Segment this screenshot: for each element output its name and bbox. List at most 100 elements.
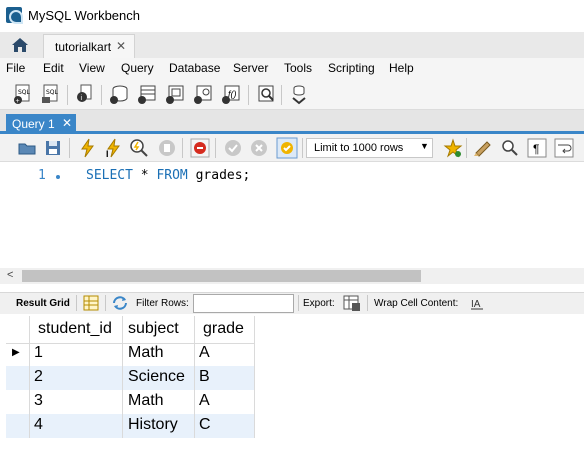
svg-text:SQL: SQL	[46, 89, 59, 96]
menu-server[interactable]: Server	[233, 61, 268, 75]
menu-tools[interactable]: Tools	[284, 61, 312, 75]
editor-horizontal-scrollbar[interactable]: <	[0, 268, 584, 284]
table-row[interactable]: 4 History C	[6, 414, 254, 438]
close-query-tab-icon[interactable]: ✕	[62, 116, 72, 130]
toggle-continue-on-error-button[interactable]	[189, 137, 211, 159]
scroll-left-icon[interactable]: <	[7, 269, 13, 281]
cell-grade[interactable]: C	[199, 416, 211, 434]
new-sql-tab-button[interactable]: SQL +	[12, 83, 34, 105]
view-add-icon	[166, 85, 184, 104]
limit-rows-select[interactable]: Limit to 1000 rows ▼	[306, 138, 433, 158]
cell-grade[interactable]: A	[199, 392, 210, 410]
home-button[interactable]	[6, 35, 34, 55]
sql-text: grades;	[187, 168, 251, 183]
cell-student-id[interactable]: 4	[34, 416, 43, 434]
toolbar-separator	[67, 85, 68, 105]
table-row[interactable]: 3 Math A	[6, 390, 254, 414]
column-header-subject[interactable]: subject	[128, 320, 179, 338]
toolbar-separator	[182, 138, 183, 158]
export-button[interactable]	[342, 294, 362, 312]
database-add-icon	[110, 85, 128, 104]
lightning-icon	[81, 138, 94, 158]
cell-student-id[interactable]: 3	[34, 392, 43, 410]
beautify-button[interactable]	[472, 137, 494, 159]
grid-icon	[83, 295, 99, 311]
reconnect-icon	[292, 85, 306, 105]
cell-subject[interactable]: History	[128, 416, 178, 434]
cell-subject[interactable]: Math	[128, 344, 164, 362]
grid-divider	[122, 316, 123, 438]
sql-keyword: FROM	[156, 168, 188, 183]
create-view-button[interactable]	[164, 83, 186, 105]
sql-code-line: SELECT * FROM grades;	[86, 168, 250, 183]
broom-icon	[474, 141, 491, 157]
toggle-invisible-chars-button[interactable]: ¶	[526, 137, 548, 159]
svg-text:¶: ¶	[533, 142, 539, 156]
cell-subject[interactable]: Science	[128, 368, 185, 386]
cell-student-id[interactable]: 2	[34, 368, 43, 386]
close-tab-icon[interactable]: ✕	[116, 39, 126, 53]
menu-edit[interactable]: Edit	[43, 61, 64, 75]
menu-bar: File Edit View Query Database Server Too…	[0, 58, 584, 80]
column-header-grade[interactable]: grade	[203, 320, 244, 338]
cell-student-id[interactable]: 1	[34, 344, 43, 362]
save-icon	[46, 141, 60, 155]
create-table-button[interactable]	[136, 83, 158, 105]
menu-file[interactable]: File	[6, 61, 25, 75]
table-row[interactable]: 2 Science B	[6, 366, 254, 390]
cell-subject[interactable]: Math	[128, 392, 164, 410]
find-replace-button[interactable]	[499, 137, 521, 159]
tab-query-1[interactable]: Query 1 ✕	[6, 114, 76, 134]
cell-grade[interactable]: A	[199, 344, 210, 362]
column-header-student-id[interactable]: student_id	[38, 320, 112, 338]
svg-text:I: I	[106, 149, 109, 159]
add-snippet-button[interactable]	[442, 137, 464, 159]
function-add-icon: f()	[222, 85, 240, 104]
commit-check-icon	[225, 140, 241, 156]
inspector-button[interactable]: i	[74, 83, 96, 105]
menu-view[interactable]: View	[79, 61, 105, 75]
new-sql-file-icon: SQL +	[14, 84, 31, 105]
tab-tutorialkart[interactable]: tutorialkart ✕	[43, 34, 135, 58]
wrap-cell-content-button[interactable]: IA	[470, 296, 484, 310]
execute-current-button[interactable]: I	[102, 137, 124, 159]
reconnect-button[interactable]	[288, 83, 310, 105]
menu-query[interactable]: Query	[121, 61, 154, 75]
query-tab-label: Query 1	[12, 117, 55, 131]
grid-divider	[194, 316, 195, 438]
toggle-autocommit-button[interactable]	[276, 137, 298, 159]
search-table-data-button[interactable]	[255, 83, 277, 105]
save-button[interactable]	[42, 137, 64, 159]
filter-rows-input[interactable]	[193, 294, 294, 313]
refresh-button[interactable]	[111, 295, 129, 311]
cell-grade[interactable]: B	[199, 368, 210, 386]
search-icon	[502, 140, 518, 156]
grid-divider	[254, 316, 255, 438]
open-sql-file-icon: SQL	[42, 84, 59, 103]
open-file-button[interactable]	[16, 137, 38, 159]
toggle-wrap-button[interactable]	[553, 137, 575, 159]
result-grid-label[interactable]: Result Grid	[16, 298, 70, 309]
create-schema-button[interactable]	[108, 83, 130, 105]
sql-editor[interactable]: 1 SELECT * FROM grades;	[0, 162, 584, 266]
grid-view-button[interactable]	[83, 295, 99, 311]
rollback-button[interactable]	[248, 137, 270, 159]
wrap-text-icon: IA	[471, 299, 483, 310]
create-function-button[interactable]: f()	[220, 83, 242, 105]
commit-button[interactable]	[222, 137, 244, 159]
toolbar-separator	[105, 295, 106, 311]
stop-button[interactable]	[156, 137, 178, 159]
menu-database[interactable]: Database	[169, 61, 220, 75]
menu-help[interactable]: Help	[389, 61, 414, 75]
table-row[interactable]: ▶ 1 Math A	[6, 342, 254, 366]
wrap-cell-content-label: Wrap Cell Content:	[374, 298, 459, 309]
query-tab-bar: Query 1 ✕	[0, 110, 584, 134]
explain-button[interactable]	[128, 137, 150, 159]
table-add-icon	[138, 85, 156, 104]
toolbar-separator	[302, 138, 303, 158]
scrollbar-thumb[interactable]	[22, 270, 421, 282]
create-procedure-button[interactable]	[192, 83, 214, 105]
execute-all-button[interactable]	[76, 137, 98, 159]
menu-scripting[interactable]: Scripting	[328, 61, 375, 75]
open-sql-script-button[interactable]: SQL	[40, 83, 62, 105]
